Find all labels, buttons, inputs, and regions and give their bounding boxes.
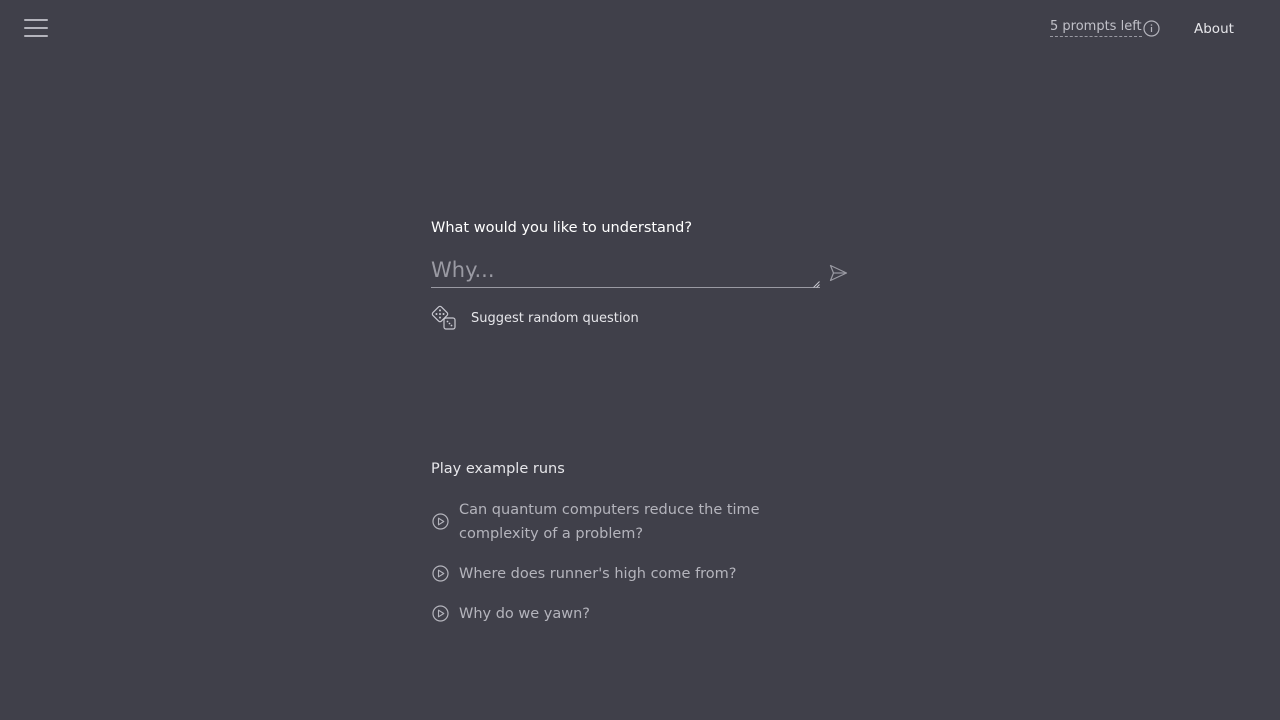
- play-circle-icon: [432, 605, 449, 622]
- prompts-left-counter[interactable]: 5 prompts left: [1050, 19, 1142, 37]
- dice-icon: [431, 305, 456, 330]
- resize-grip-icon[interactable]: [813, 281, 820, 288]
- info-icon[interactable]: [1143, 20, 1160, 37]
- hamburger-menu-icon[interactable]: [24, 17, 48, 39]
- app-page: 5 prompts left About What would you like…: [0, 0, 1280, 720]
- suggest-random-question-label: Suggest random question: [471, 310, 639, 326]
- example-run-item[interactable]: Where does runner's high come from?: [431, 562, 841, 586]
- play-circle-icon: [432, 513, 449, 530]
- example-run-label: Where does runner's high come from?: [459, 566, 737, 582]
- play-circle-icon: [432, 565, 449, 582]
- example-run-item[interactable]: Can quantum computers reduce the time co…: [431, 498, 841, 548]
- example-run-item[interactable]: Why do we yawn?: [431, 602, 841, 626]
- about-link[interactable]: About: [1194, 21, 1234, 37]
- suggest-random-question-button[interactable]: Suggest random question: [431, 305, 639, 331]
- send-icon[interactable]: [829, 264, 848, 282]
- examples-heading: Play example runs: [431, 461, 565, 477]
- example-run-label: Can quantum computers reduce the time co…: [459, 502, 760, 542]
- question-input[interactable]: [431, 258, 820, 288]
- question-heading: What would you like to understand?: [431, 220, 693, 236]
- example-run-label: Why do we yawn?: [459, 606, 591, 622]
